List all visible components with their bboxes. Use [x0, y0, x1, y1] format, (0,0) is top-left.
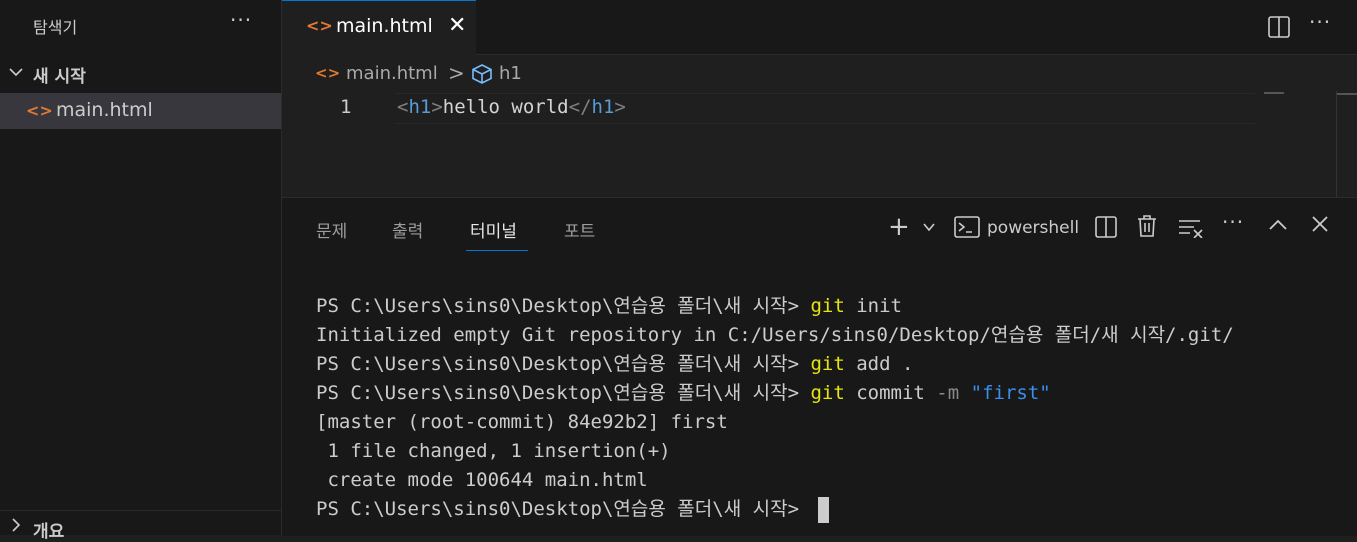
- breadcrumb-separator: >: [448, 61, 465, 85]
- outline-label: 개요: [33, 522, 65, 542]
- tag-name: h1: [591, 96, 615, 118]
- minimap[interactable]: [1264, 92, 1284, 94]
- tab-label: main.html: [336, 15, 433, 37]
- sidebar-header: 탐색기 ···: [0, 0, 281, 50]
- terminal-line: create mode 100644 main.html: [316, 469, 648, 491]
- terminal-line: Initialized empty Git repository in C:/U…: [316, 324, 1234, 346]
- terminal-prompt: PS C:\Users\sins0\Desktop\연습용 폴더\새 시작>: [316, 295, 811, 317]
- terminal-icon: [954, 216, 980, 238]
- terminal-output[interactable]: PS C:\Users\sins0\Desktop\연습용 폴더\새 시작> g…: [316, 292, 1356, 532]
- html-file-icon: <>: [26, 101, 53, 120]
- ellipsis-icon[interactable]: ···: [1222, 210, 1244, 234]
- tab-terminal[interactable]: 터미널: [470, 217, 517, 242]
- editor-scrollbar[interactable]: [1336, 91, 1357, 197]
- trash-icon[interactable]: [1136, 214, 1158, 238]
- ellipsis-icon[interactable]: ···: [230, 8, 252, 32]
- tab-problems[interactable]: 문제: [316, 217, 347, 242]
- terminal-line: 1 file changed, 1 insertion(+): [316, 440, 671, 462]
- terminal-command: git: [810, 295, 845, 317]
- terminal-args: init: [844, 295, 902, 317]
- plus-icon[interactable]: +: [888, 212, 910, 242]
- terminal-line: PS C:\Users\sins0\Desktop\연습용 폴더\새 시작>: [316, 495, 1356, 524]
- terminal-shell-label[interactable]: powershell: [987, 218, 1079, 238]
- tag-bracket: <: [397, 96, 409, 118]
- split-editor-icon[interactable]: [1267, 15, 1291, 39]
- tag-bracket: >: [431, 96, 443, 118]
- terminal-prompt: PS C:\Users\sins0\Desktop\연습용 폴더\새 시작>: [316, 498, 811, 520]
- close-icon[interactable]: [1310, 214, 1330, 234]
- split-terminal-icon[interactable]: [1094, 216, 1118, 238]
- explorer-sidebar: 탐색기 ··· 새 시작 <> main.html 개요: [0, 0, 282, 542]
- symbol-field-icon: [472, 64, 492, 84]
- terminal-prompt: PS C:\Users\sins0\Desktop\연습용 폴더\새 시작>: [316, 353, 811, 375]
- sidebar-title: 탐색기: [33, 18, 78, 37]
- tag-bracket: </: [568, 96, 592, 118]
- tab-output[interactable]: 출력: [392, 217, 423, 242]
- terminal-command: git: [810, 382, 845, 404]
- chevron-down-icon: [9, 68, 23, 77]
- terminal-line: PS C:\Users\sins0\Desktop\연습용 폴더\새 시작> g…: [316, 350, 1356, 379]
- html-file-icon: <>: [306, 16, 333, 35]
- terminal-line: [master (root-commit) 84e92b2] first: [316, 411, 728, 433]
- terminal-line: PS C:\Users\sins0\Desktop\연습용 폴더\새 시작> g…: [316, 379, 1356, 408]
- code-line[interactable]: <h1>hello world</h1>: [397, 96, 626, 118]
- editor-tab-bar: <> main.html ✕ ···: [282, 0, 1357, 55]
- terminal-string: "first": [959, 382, 1051, 404]
- bottom-panel: 문제 출력 터미널 포트 + powershell ··· PS C:\User…: [282, 197, 1357, 536]
- terminal-flag: -m: [936, 382, 960, 404]
- terminal-line: PS C:\Users\sins0\Desktop\연습용 폴더\새 시작> g…: [316, 292, 1356, 321]
- scroll-thumb[interactable]: [1337, 93, 1357, 95]
- terminal-args: commit: [844, 382, 937, 404]
- breadcrumb-symbol[interactable]: h1: [499, 63, 522, 84]
- active-tab-indicator: [466, 250, 528, 251]
- terminal-args: add .: [844, 353, 914, 375]
- chevron-up-icon[interactable]: [1268, 218, 1288, 232]
- terminal-cursor: [818, 496, 830, 523]
- breadcrumb: <> main.html > h1: [282, 55, 1357, 91]
- chevron-right-icon: [12, 518, 21, 532]
- line-number: 1: [340, 96, 352, 118]
- close-icon[interactable]: ✕: [448, 13, 466, 38]
- html-file-icon: <>: [315, 64, 341, 82]
- clear-all-icon[interactable]: [1178, 218, 1204, 238]
- outline-section[interactable]: 개요: [0, 510, 281, 542]
- folder-row[interactable]: 새 시작: [0, 60, 281, 87]
- folder-label: 새 시작: [33, 67, 86, 87]
- tag-bracket: >: [614, 96, 626, 118]
- code-editor[interactable]: 1 <h1>hello world</h1>: [282, 91, 1357, 197]
- breadcrumb-file[interactable]: main.html: [346, 63, 438, 84]
- tab-ports[interactable]: 포트: [564, 217, 595, 242]
- chevron-down-icon[interactable]: [922, 220, 936, 234]
- file-item-main-html[interactable]: <> main.html: [0, 93, 281, 129]
- tag-text: hello world: [442, 96, 569, 118]
- terminal-command: git: [810, 353, 845, 375]
- terminal-prompt: PS C:\Users\sins0\Desktop\연습용 폴더\새 시작>: [316, 382, 811, 404]
- tab-main-html[interactable]: <> main.html ✕: [282, 0, 476, 55]
- tag-name: h1: [408, 96, 432, 118]
- ellipsis-icon[interactable]: ···: [1309, 10, 1331, 34]
- file-label: main.html: [56, 99, 153, 121]
